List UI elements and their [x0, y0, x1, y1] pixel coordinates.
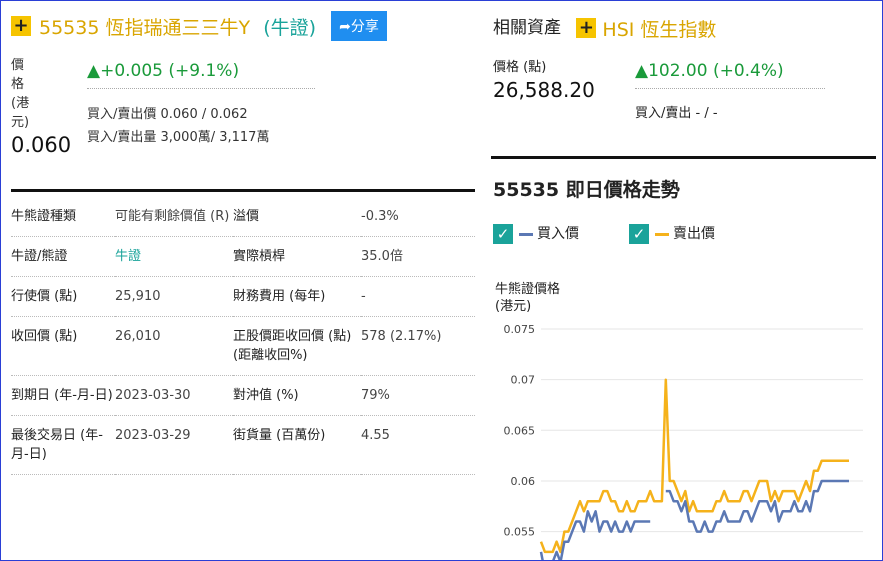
info-value: 578 (2.17%): [361, 316, 475, 376]
info-value: -: [361, 276, 475, 317]
y-tick-label: 0.06: [511, 475, 536, 488]
checkbox-icon[interactable]: ✓: [629, 224, 649, 244]
table-row: 到期日 (年-月-日) 2023-03-30 對沖值 (%) 79%: [11, 375, 475, 416]
related-price: 26,588.20: [493, 78, 595, 102]
info-key: 對沖值 (%): [233, 375, 361, 416]
legend-bid-label: 買入價: [537, 226, 579, 242]
y-tick-label: 0.055: [504, 526, 536, 539]
info-key: 最後交易日 (年-月-日): [11, 415, 115, 475]
bid-ask-price: 買入/賣出價 0.060 / 0.062: [87, 107, 248, 122]
add-watchlist-icon[interactable]: +: [11, 16, 31, 36]
related-heading: 相關資產: [493, 18, 561, 38]
warrant-info-table: 牛熊證種類 可能有剩餘價值 (R) 溢價 -0.3% 牛證/熊證 牛證 實際槓桿 35.0倍行…: [11, 197, 475, 475]
info-key: 牛證/熊證: [11, 236, 115, 277]
change-divider: [87, 88, 315, 89]
bid-ask-volume: 買入/賣出量 3,000萬/ 3,117萬: [87, 130, 270, 145]
y-axis-label-line: 牛熊證價格: [495, 282, 561, 297]
bid-line-swatch: [519, 232, 533, 236]
related-price-label: 價格 (點): [493, 60, 547, 75]
share-icon: ➦: [339, 19, 351, 35]
info-key: 正股價距收回價 (點) (距離收回%): [233, 316, 361, 376]
table-row: 行使價 (點) 25,910 財務費用 (每年) -: [11, 276, 475, 317]
add-related-icon[interactable]: +: [576, 18, 597, 38]
price-label: 價 格 (港 元): [11, 56, 30, 132]
info-value: 35.0倍: [361, 236, 475, 277]
chart-title: 55535 即日價格走勢: [493, 179, 680, 201]
info-value: 可能有剩餘價值 (R): [115, 197, 233, 237]
warrant-change: ▲+0.005 (+9.1%): [87, 61, 240, 81]
y-tick-label: 0.065: [504, 424, 536, 437]
info-key: 收回價 (點): [11, 316, 115, 376]
price-label-char: 價: [11, 58, 25, 73]
info-value: 2023-03-30: [115, 375, 233, 416]
related-asset-header: 相關資產 + HSI 恆生指數: [493, 13, 716, 42]
y-tick-label: 0.075: [504, 323, 536, 336]
info-value: 2023-03-29: [115, 415, 233, 475]
y-axis-label: 牛熊證價格 (港元): [495, 281, 560, 315]
ask-line-swatch: [655, 232, 669, 236]
chart-divider: [491, 156, 876, 159]
info-key: 溢價: [233, 197, 361, 237]
info-value: 79%: [361, 375, 475, 416]
section-divider: [11, 189, 475, 192]
share-button[interactable]: ➦分享: [331, 11, 387, 41]
info-key: 行使價 (點): [11, 276, 115, 317]
related-change: ▲102.00 (+0.4%): [635, 61, 784, 81]
related-bid-ask: 買入/賣出 - / -: [635, 106, 718, 121]
price-label-char: 元): [11, 115, 30, 130]
price-label-char: (港: [11, 96, 30, 111]
table-row: 牛證/熊證 牛證 實際槓桿 35.0倍: [11, 236, 475, 277]
related-change-divider: [635, 88, 825, 89]
price-label-char: 格: [11, 77, 25, 92]
y-tick-label: 0.07: [511, 374, 536, 387]
related-name[interactable]: HSI 恆生指數: [602, 19, 716, 41]
table-row: 收回價 (點) 26,010 正股價距收回價 (點) (距離收回%) 578 (2.1…: [11, 316, 475, 376]
legend-ask[interactable]: ✓ 賣出價: [629, 223, 715, 244]
info-value: -0.3%: [361, 197, 475, 237]
table-row: 最後交易日 (年-月-日) 2023-03-29 街貨量 (百萬份) 4.55: [11, 415, 475, 475]
warrant-title-bar: +55535 恆指瑞通三三牛Y (牛證) ➦分享: [11, 11, 387, 41]
info-key: 街貨量 (百萬份): [233, 415, 361, 475]
page-frame: +55535 恆指瑞通三三牛Y (牛證) ➦分享 價 格 (港 元) 0.060…: [0, 0, 883, 561]
share-label: 分享: [350, 19, 379, 35]
warrant-type: (牛證): [263, 16, 317, 39]
legend-ask-label: 賣出價: [673, 226, 715, 242]
info-value: 26,010: [115, 316, 233, 376]
table-row: 牛熊證種類 可能有剩餘價值 (R) 溢價 -0.3%: [11, 197, 475, 237]
info-key: 財務費用 (每年): [233, 276, 361, 317]
info-value: 4.55: [361, 415, 475, 475]
price-chart[interactable]: 0.075 0.07 0.065 0.06 0.055: [493, 311, 868, 561]
warrant-price: 0.060: [11, 133, 72, 157]
info-key: 到期日 (年-月-日): [11, 375, 115, 416]
info-value: 25,910: [115, 276, 233, 317]
warrant-name: 55535 恆指瑞通三三牛Y: [39, 16, 251, 39]
info-value: 牛證: [115, 236, 233, 277]
legend-bid[interactable]: ✓ 買入價: [493, 223, 579, 244]
info-key: 實際槓桿: [233, 236, 361, 277]
checkbox-icon[interactable]: ✓: [493, 224, 513, 244]
info-key: 牛熊證種類: [11, 197, 115, 237]
